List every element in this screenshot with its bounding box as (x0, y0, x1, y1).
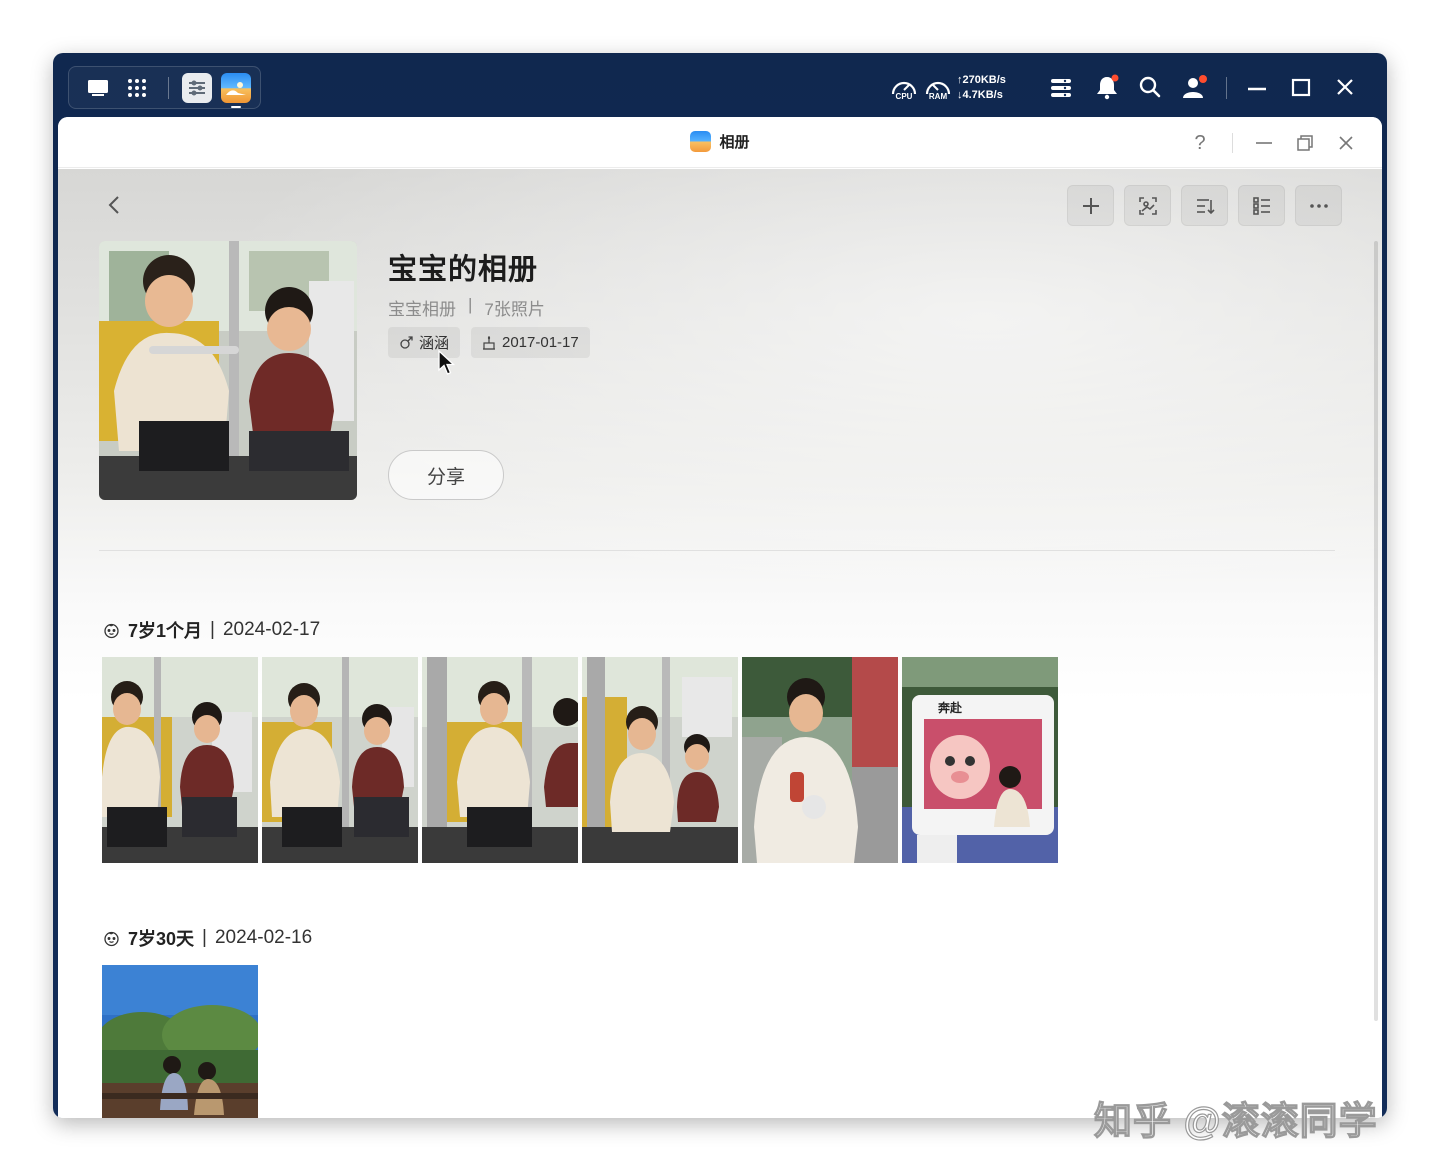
upload-speed: ↑270KB/s (957, 74, 1006, 86)
share-button[interactable]: 分享 (388, 450, 504, 500)
close-icon (1339, 136, 1353, 150)
header-divider (99, 550, 1335, 551)
system-taskbar: CPU RAM ↑270KB/s ↓4.7KB/s (53, 53, 1387, 117)
cpu-label: CPU (895, 92, 913, 101)
photo-thumbnail[interactable] (102, 965, 258, 1118)
menu-icon[interactable] (1049, 76, 1073, 100)
photo-thumbnail[interactable] (422, 657, 578, 863)
window-close-button[interactable] (1333, 131, 1359, 155)
photo-thumbnail[interactable] (582, 657, 738, 863)
download-speed: ↓4.7KB/s (957, 89, 1003, 101)
user-icon[interactable] (1180, 72, 1210, 102)
album-title: 宝宝的相册 (388, 254, 539, 286)
active-app-indicator (231, 106, 241, 108)
window-minimize-button[interactable] (1251, 131, 1277, 155)
apps-grid-icon[interactable] (124, 76, 150, 100)
photo-grid: 奔赴 (102, 657, 1058, 863)
back-button[interactable] (102, 191, 126, 219)
scrollbar[interactable] (1374, 241, 1378, 1021)
photos-app-icon[interactable] (221, 73, 251, 103)
photo-group-header: 7岁30天 | 2024-02-16 (103, 925, 312, 951)
window-title: 相册 (58, 131, 1382, 152)
minimize-icon (1256, 142, 1272, 144)
minimize-icon[interactable] (1245, 75, 1269, 99)
window-titlebar: 相册 ? (58, 117, 1382, 168)
ram-gauge-icon[interactable]: RAM (923, 73, 953, 101)
birthday-chip[interactable]: 2017-01-17 (471, 327, 590, 358)
restore-icon (1297, 135, 1313, 151)
list-view-icon (1252, 196, 1270, 215)
search-icon[interactable] (1137, 74, 1163, 100)
photo-thumbnail[interactable] (262, 657, 418, 863)
desktop: CPU RAM ↑270KB/s ↓4.7KB/s 相册 ? 宝宝的相册 宝宝相… (53, 53, 1387, 1118)
group-age: 7岁1个月 (128, 621, 203, 641)
album-meta: 宝宝相册 | 7张照片 (388, 295, 545, 320)
window-title-text: 相册 (719, 134, 750, 151)
baby-face-icon (104, 931, 119, 946)
desktop-icon[interactable] (85, 76, 111, 100)
add-photos-button[interactable] (1067, 185, 1114, 226)
photo-count: 7张照片 (484, 300, 545, 319)
help-button[interactable]: ? (1187, 131, 1213, 155)
network-speed[interactable]: ↑270KB/s ↓4.7KB/s (957, 73, 1006, 103)
album-content: 宝宝的相册 宝宝相册 | 7张照片 涵涵 2017-01-17 分享 7岁1个月… (58, 169, 1382, 1118)
photo-thumbnail[interactable]: 奔赴 (902, 657, 1058, 863)
window-restore-button[interactable] (1292, 131, 1318, 155)
photos-window: 相册 ? 宝宝的相册 宝宝相册 | 7张照片 涵涵 2017-01-17 分享 … (58, 117, 1382, 1118)
male-icon (400, 335, 413, 349)
group-date: 2024-02-17 (222, 619, 321, 640)
mouse-cursor-icon (438, 349, 456, 381)
notification-dot (1111, 74, 1119, 82)
tray-divider (1226, 77, 1227, 99)
list-view-button[interactable] (1238, 185, 1285, 226)
watermark: 知乎 @滚滚同学 (1093, 1100, 1378, 1143)
group-age: 7岁30天 (128, 929, 195, 949)
taskbar-divider (168, 77, 169, 99)
close-icon[interactable] (1333, 75, 1357, 99)
birthday-date: 2017-01-17 (502, 334, 579, 351)
group-separator: | (202, 927, 207, 948)
meta-separator: | (468, 295, 473, 314)
more-icon (1309, 203, 1328, 208)
photos-app-icon (690, 131, 712, 152)
more-options-button[interactable] (1295, 185, 1342, 226)
image-search-button[interactable] (1124, 185, 1171, 226)
plus-icon (1082, 197, 1099, 214)
svg-text:奔赴: 奔赴 (937, 700, 963, 715)
cpu-gauge-icon[interactable]: CPU (889, 73, 919, 101)
back-icon (108, 196, 119, 214)
group-separator: | (210, 619, 215, 640)
photo-thumbnail[interactable] (102, 657, 258, 863)
baby-face-icon (104, 623, 119, 638)
titlebar-divider (1232, 133, 1233, 153)
ram-label: RAM (928, 92, 948, 101)
photo-thumbnail[interactable] (742, 657, 898, 863)
image-search-icon (1138, 196, 1157, 215)
album-type: 宝宝相册 (388, 300, 456, 319)
cake-icon (483, 335, 495, 350)
sort-icon (1196, 198, 1215, 214)
album-cover-photo[interactable] (99, 241, 357, 500)
app-launcher-group (68, 66, 261, 109)
maximize-icon[interactable] (1289, 75, 1313, 99)
widgets-icon[interactable] (182, 73, 212, 103)
bell-icon[interactable] (1093, 73, 1121, 101)
group-date: 2024-02-16 (214, 927, 313, 948)
photo-grid (102, 965, 258, 1118)
photo-group-header: 7岁1个月 | 2024-02-17 (103, 617, 320, 643)
sort-button[interactable] (1181, 185, 1228, 226)
